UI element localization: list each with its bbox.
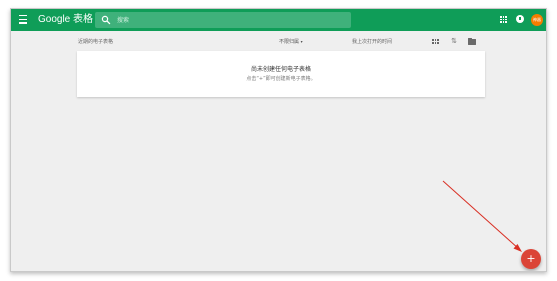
app-title: Google 表格 <box>38 14 94 25</box>
top-app-bar: Google 表格 神器 <box>11 9 546 31</box>
owner-filter-dropdown[interactable]: 不限归属 ▾ <box>279 38 303 45</box>
recent-sheets-label: 近期的电子表格 <box>78 39 114 45</box>
search-input[interactable] <box>117 12 345 28</box>
empty-state-title: 尚未创建任何电子表格 <box>250 66 311 73</box>
create-spreadsheet-button[interactable]: + <box>521 249 541 269</box>
last-opened-label: 我上次打开的时间 <box>352 39 393 45</box>
folder-icon[interactable] <box>468 37 476 45</box>
account-avatar[interactable]: 神器 <box>531 14 543 26</box>
sort-az-icon[interactable]: ⇅ <box>450 37 458 45</box>
notifications-icon[interactable] <box>516 15 524 23</box>
owner-filter-label: 不限归属 <box>279 39 300 45</box>
list-header: 近期的电子表格 不限归属 ▾ 我上次打开的时间 ⇅ <box>11 31 546 51</box>
empty-state-card: 尚未创建任何电子表格 点击“+”即可创建新电子表格。 <box>77 51 485 97</box>
caret-down-icon: ▾ <box>300 39 303 44</box>
search-icon[interactable] <box>101 15 111 25</box>
grid-view-icon[interactable] <box>432 39 439 44</box>
apps-grid-icon[interactable] <box>500 16 507 23</box>
menu-icon[interactable] <box>19 15 27 25</box>
search-bar[interactable] <box>95 12 351 28</box>
app-window: Google 表格 神器 近期的电子表格 不限归属 ▾ 我上次打开的时间 ⇅ <box>10 8 547 272</box>
empty-state-hint: 点击“+”即可创建新电子表格。 <box>246 76 316 82</box>
